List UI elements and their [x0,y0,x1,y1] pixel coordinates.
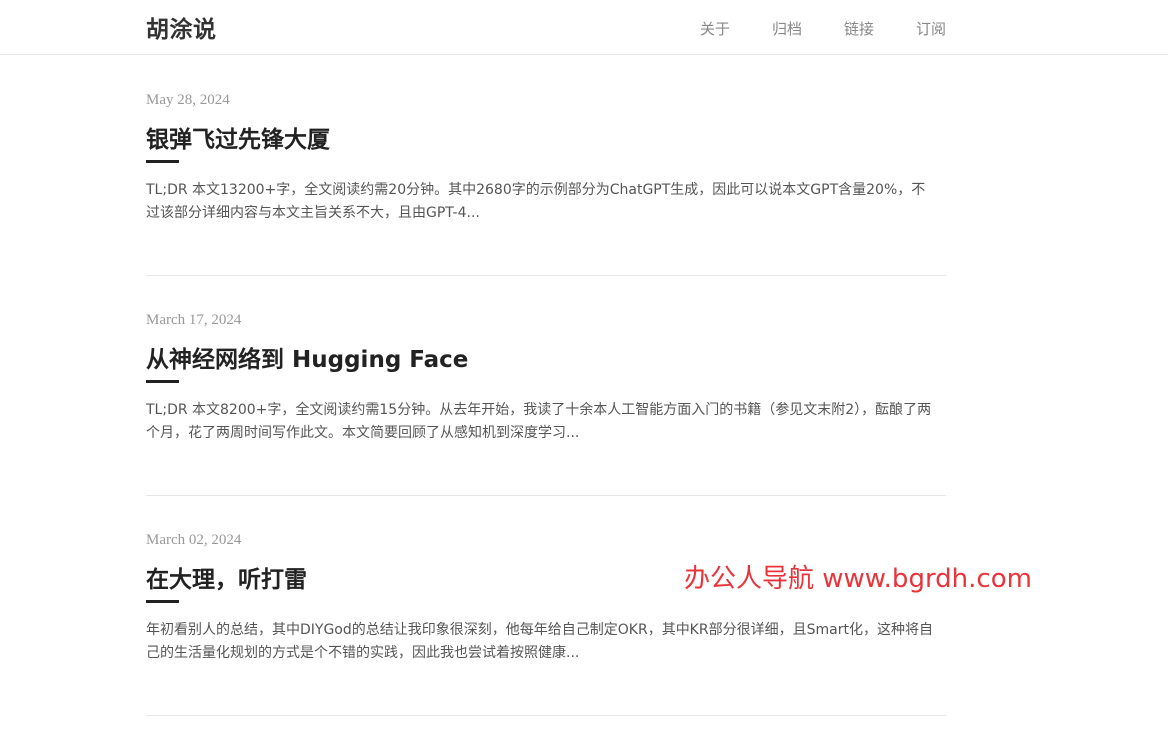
post-date: March 17, 2024 [146,312,242,328]
site-title-link[interactable]: 胡涂说 [146,10,217,44]
nav-subscribe-link[interactable]: 订阅 [916,18,946,39]
site-header: 胡涂说 关于 归档 链接 订阅 [0,0,1168,55]
nav-about-link[interactable]: 关于 [700,18,730,39]
title-underline [146,160,179,163]
watermark-text: 办公人导航 www.bgrdh.com [684,564,1032,594]
post-excerpt: 年初看别人的总结，其中DIYGod的总结让我印象很深刻，他每年给自己制定OKR，… [146,622,933,661]
post-title-link[interactable]: 银弹飞过先锋大厦 [146,120,330,154]
post-item: March 17, 2024 从神经网络到 Hugging Face TL;DR… [146,276,946,496]
post-excerpt: TL;DR 本文8200+字，全文阅读约需15分钟。从去年开始，我读了十余本人工… [146,402,932,441]
post-date: March 02, 2024 [146,532,242,548]
post-excerpt: TL;DR 本文13200+字，全文阅读约需20分钟。其中2680字的示例部分为… [146,182,926,221]
title-underline [146,600,179,603]
nav-archive-link[interactable]: 归档 [772,18,802,39]
post-item: May 28, 2024 银弹飞过先锋大厦 TL;DR 本文13200+字，全文… [146,56,946,276]
post-title-link[interactable]: 在大理，听打雷 [146,560,307,594]
post-item: March 02, 2024 在大理，听打雷 年初看别人的总结，其中DIYGod… [146,496,946,716]
nav-links-link[interactable]: 链接 [844,18,874,39]
post-title-link[interactable]: 从神经网络到 Hugging Face [146,340,468,374]
main-nav: 关于 归档 链接 订阅 [700,18,946,39]
title-underline [146,380,179,383]
post-date: May 28, 2024 [146,92,230,108]
